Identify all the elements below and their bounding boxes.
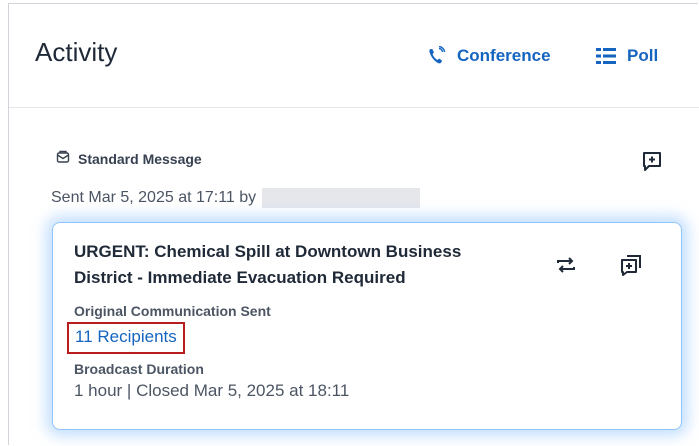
sent-info: Sent Mar 5, 2025 at 17:11 by (51, 188, 421, 208)
message-type: Standard Message (56, 150, 202, 167)
activity-panel: Activity Conference Poll Standard Messag… (8, 3, 699, 445)
activity-header: Activity Conference Poll (9, 4, 699, 108)
sent-text: Sent Mar 5, 2025 at 17:11 by (51, 189, 257, 206)
redacted-sender (262, 188, 421, 208)
page-title: Activity (35, 37, 118, 67)
copy-button[interactable] (619, 253, 643, 277)
poll-icon (595, 46, 617, 66)
add-comment-icon (640, 152, 664, 177)
copy-icon (619, 255, 643, 281)
conference-label: Conference (457, 46, 551, 65)
repost-icon (554, 257, 578, 281)
poll-button[interactable]: Poll (595, 44, 658, 68)
message-type-label: Standard Message (78, 150, 202, 167)
recipients-link[interactable]: 11 Recipients (67, 322, 185, 354)
message-card: URGENT: Chemical Spill at Downtown Busin… (52, 222, 682, 430)
broadcast-duration-value: 1 hour | Closed Mar 5, 2025 at 18:11 (74, 381, 350, 400)
card-title: URGENT: Chemical Spill at Downtown Busin… (74, 242, 462, 287)
add-comment-button[interactable] (640, 149, 664, 173)
conference-button[interactable]: Conference (427, 44, 551, 68)
broadcast-duration-label: Broadcast Duration (74, 361, 204, 377)
repost-button[interactable] (554, 253, 578, 277)
message-type-icon (56, 150, 70, 167)
phone-broadcast-icon (427, 46, 447, 66)
poll-label: Poll (627, 46, 659, 65)
original-communication-label: Original Communication Sent (74, 303, 271, 319)
